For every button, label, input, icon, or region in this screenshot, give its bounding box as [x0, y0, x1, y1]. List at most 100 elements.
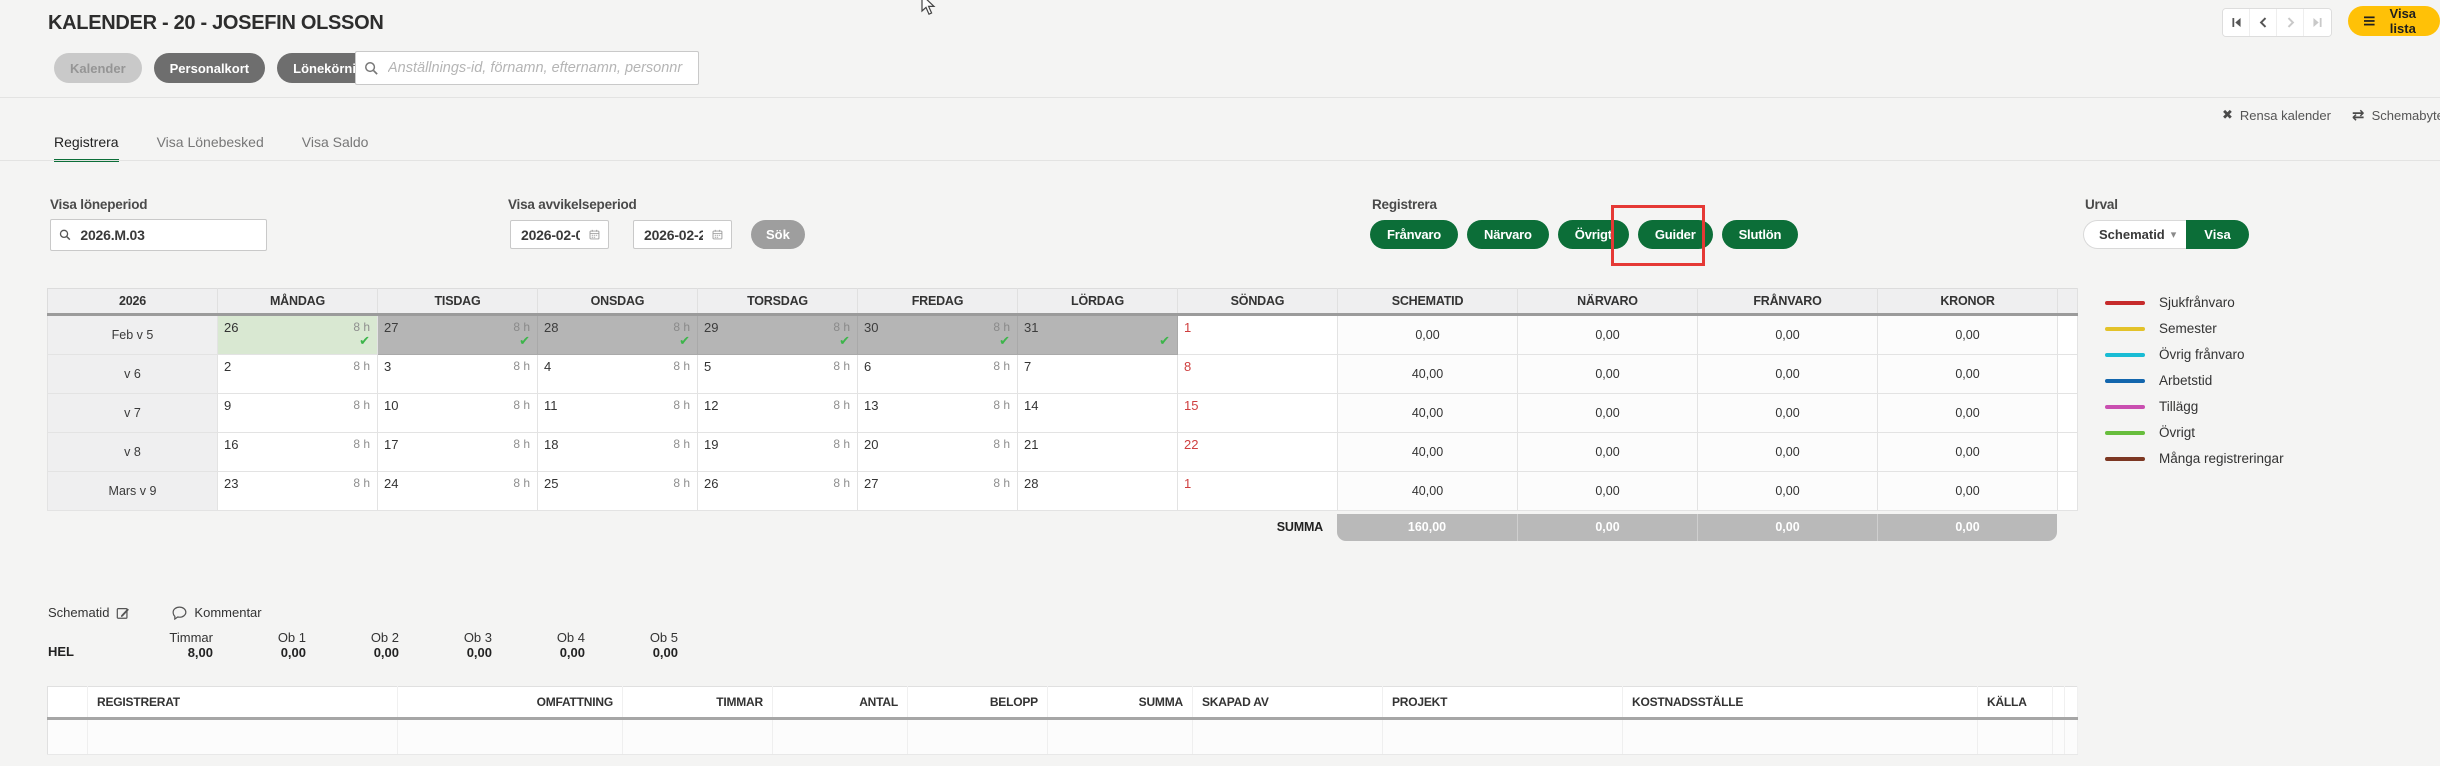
- day-cell[interactable]: 21: [1018, 433, 1178, 472]
- search-icon: [59, 228, 71, 242]
- day-cell[interactable]: 38 h: [378, 355, 538, 394]
- day-cell[interactable]: 1: [1178, 315, 1338, 355]
- tab-visa-saldo[interactable]: Visa Saldo: [302, 134, 369, 162]
- day-cell[interactable]: 15: [1178, 394, 1338, 433]
- day-cell[interactable]: 14: [1018, 394, 1178, 433]
- visa-lista-label: Visa lista: [2382, 6, 2424, 36]
- day-cell[interactable]: 68 h: [858, 355, 1018, 394]
- schedule-stats: Timmar8,00 Ob 10,00 Ob 20,00 Ob 30,00 Ob…: [120, 630, 678, 660]
- summary-cell: 0,00: [1698, 355, 1878, 394]
- day-cell[interactable]: 108 h: [378, 394, 538, 433]
- tab-visa-lonebesked[interactable]: Visa Lönebesked: [157, 134, 264, 162]
- calendar-table: 2026 MÅNDAG TISDAG ONSDAG TORSDAG FREDAG…: [47, 288, 2078, 511]
- sok-button[interactable]: Sök: [751, 220, 805, 249]
- ovrigt-button[interactable]: Övrigt: [1558, 220, 1629, 249]
- day-cell[interactable]: 118 h: [538, 394, 698, 433]
- calendar-header-row: 2026 MÅNDAG TISDAG ONSDAG TORSDAG FREDAG…: [48, 289, 2078, 315]
- col-summa: SUMMA: [1048, 687, 1193, 719]
- day-cell[interactable]: 258 h: [538, 472, 698, 511]
- day-cell[interactable]: 58 h: [698, 355, 858, 394]
- loneperiod-label: Visa löneperiod: [50, 197, 147, 212]
- previous-record-button[interactable]: [2250, 9, 2277, 36]
- day-cell[interactable]: 278 h✔: [378, 315, 538, 355]
- tab-registrera[interactable]: Registrera: [54, 134, 119, 162]
- urval-visa-button[interactable]: Visa: [2186, 220, 2249, 249]
- day-cell[interactable]: 98 h: [218, 394, 378, 433]
- day-cell[interactable]: 198 h: [698, 433, 858, 472]
- summa-schematid: 160,00: [1337, 514, 1517, 541]
- day-cell[interactable]: 28: [1018, 472, 1178, 511]
- legend-item: Övrigt: [2105, 424, 2284, 441]
- day-cell[interactable]: 138 h: [858, 394, 1018, 433]
- check-icon: ✔: [359, 333, 370, 349]
- calendar-icon[interactable]: [712, 227, 723, 242]
- day-cell[interactable]: 178 h: [378, 433, 538, 472]
- day-cell[interactable]: 28 h: [218, 355, 378, 394]
- strip-cell: [2058, 472, 2078, 511]
- nav-personalkort-button[interactable]: Personalkort: [154, 53, 265, 83]
- calendar-icon[interactable]: [589, 227, 600, 242]
- employee-search-input[interactable]: [386, 59, 690, 77]
- strip-cell: [2058, 433, 2078, 472]
- check-icon: ✔: [679, 333, 690, 349]
- schematid-edit-button[interactable]: Schematid: [48, 605, 130, 620]
- day-cell[interactable]: 8: [1178, 355, 1338, 394]
- day-cell[interactable]: 268 h✔: [218, 315, 378, 355]
- legend-item: Sjukfrånvaro: [2105, 294, 2284, 311]
- day-cell[interactable]: 208 h: [858, 433, 1018, 472]
- rensa-kalender-button[interactable]: ✖ Rensa kalender: [2222, 107, 2331, 123]
- day-cell[interactable]: 248 h: [378, 472, 538, 511]
- day-cell[interactable]: 1: [1178, 472, 1338, 511]
- col-skapad-av: SKAPAD AV: [1193, 687, 1383, 719]
- col-belopp: BELOPP: [908, 687, 1048, 719]
- day-cell[interactable]: 31✔: [1018, 315, 1178, 355]
- day-cell[interactable]: 168 h: [218, 433, 378, 472]
- day-cell[interactable]: 298 h✔: [698, 315, 858, 355]
- date-to-input[interactable]: [642, 226, 705, 244]
- summary-cell: 40,00: [1338, 355, 1518, 394]
- week-row: v 6 28 h 38 h 48 h 58 h 68 h 7 8 40,00 0…: [48, 355, 2078, 394]
- day-cell[interactable]: 188 h: [538, 433, 698, 472]
- module-nav: Kalender Personalkort Lönekörning: [54, 53, 388, 83]
- schedule-row-label: HEL: [48, 644, 74, 659]
- day-cell[interactable]: 238 h: [218, 472, 378, 511]
- summary-cell: 0,00: [1518, 433, 1698, 472]
- loneperiod-field: [50, 219, 267, 251]
- day-cell[interactable]: 268 h: [698, 472, 858, 511]
- page-title: KALENDER - 20 - JOSEFIN OLSSON: [48, 12, 384, 35]
- col-antal: ANTAL: [773, 687, 908, 719]
- day-cell[interactable]: 128 h: [698, 394, 858, 433]
- list-menu-icon: [2364, 15, 2375, 27]
- urval-dropdown-value: Schematid: [2099, 227, 2165, 242]
- guider-button[interactable]: Guider: [1638, 220, 1713, 249]
- slutlon-button[interactable]: Slutlön: [1722, 220, 1799, 249]
- schemabyte-label: Schemabyte: [2372, 108, 2440, 123]
- legend-color-swatch: [2105, 353, 2145, 357]
- kommentar-button[interactable]: Kommentar: [172, 605, 261, 620]
- visa-lista-button[interactable]: Visa lista: [2348, 6, 2440, 36]
- summary-cell: 0,00: [1878, 472, 2058, 511]
- summa-kronor: 0,00: [1877, 514, 2057, 541]
- day-cell[interactable]: 308 h✔: [858, 315, 1018, 355]
- day-cell[interactable]: 7: [1018, 355, 1178, 394]
- first-record-button[interactable]: [2223, 9, 2250, 36]
- day-cell[interactable]: 22: [1178, 433, 1338, 472]
- week-row: Mars v 9 238 h 248 h 258 h 268 h 278 h 2…: [48, 472, 2078, 511]
- date-from-input[interactable]: [519, 226, 582, 244]
- narvaro-button[interactable]: Närvaro: [1467, 220, 1549, 249]
- day-cell[interactable]: 278 h: [858, 472, 1018, 511]
- day-header: SÖNDAG: [1178, 289, 1338, 315]
- schemabyte-button[interactable]: ⇄ Schemabyte: [2352, 106, 2440, 124]
- week-label: v 6: [48, 355, 218, 394]
- last-record-button[interactable]: [2304, 9, 2331, 36]
- urval-dropdown[interactable]: Schematid ▾: [2083, 220, 2186, 249]
- next-record-button[interactable]: [2277, 9, 2304, 36]
- day-cell[interactable]: 288 h✔: [538, 315, 698, 355]
- divider: [0, 97, 2440, 98]
- summary-cell: 0,00: [1518, 315, 1698, 355]
- nav-kalender-button[interactable]: Kalender: [54, 53, 142, 83]
- day-cell[interactable]: 48 h: [538, 355, 698, 394]
- loneperiod-input[interactable]: [78, 226, 258, 244]
- day-header: ONSDAG: [538, 289, 698, 315]
- franvaro-button[interactable]: Frånvaro: [1370, 220, 1458, 249]
